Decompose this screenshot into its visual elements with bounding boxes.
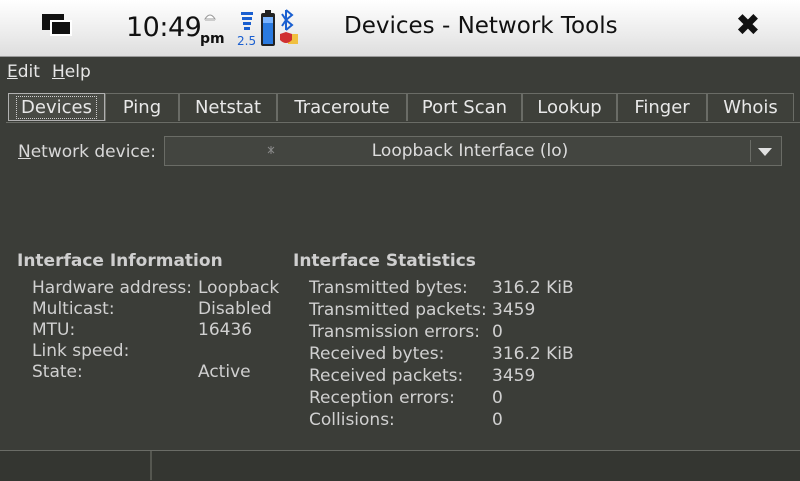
info-label-state: State: [32,362,83,382]
tab-whois[interactable]: Whois [707,93,794,121]
stats-label-rx-packets: Received packets: [309,366,464,386]
stats-value-tx-errors: 0 [492,322,503,342]
stats-value-tx-bytes: 316.2 KiB [492,278,574,298]
bluetooth-icon [281,9,294,31]
menu-help[interactable]: Help [52,62,91,82]
tab-lookup[interactable]: Lookup [522,93,617,121]
status-area[interactable]: 2.5 [236,8,300,50]
stats-label-tx-errors: Transmission errors: [309,322,480,342]
tab-devices-label: Devices [16,96,97,119]
network-device-label-text: etwork device: [30,142,156,162]
tab-traceroute-label: Traceroute [294,97,390,118]
menu-bar: Edit Help [0,57,800,87]
tab-ping-label: Ping [122,97,162,118]
menu-help-mnemonic: H [52,62,65,82]
stats-label-collisions: Collisions: [309,410,395,430]
chevron-down-icon[interactable] [758,148,772,156]
tab-bar: Devices Ping Netstat Traceroute Port Sca… [6,93,800,123]
stats-value-rx-bytes: 316.2 KiB [492,344,574,364]
network-device-select[interactable]: Loopback Interface (lo) [164,136,782,166]
stats-label-tx-packets: Transmitted packets: [309,300,487,320]
window-title: Devices - Network Tools [344,13,618,39]
menu-help-label: elp [64,62,91,82]
tab-netstat-label: Netstat [194,97,262,118]
tab-ping[interactable]: Ping [105,93,179,121]
tab-finger[interactable]: Finger [617,93,707,121]
stats-value-tx-packets: 3459 [492,300,536,320]
tab-port-scan-label: Port Scan [421,97,508,118]
stats-value-rx-errors: 0 [492,388,503,408]
signal-value: 2.5 [237,34,256,48]
tab-netstat[interactable]: Netstat [179,93,277,121]
tab-port-scan[interactable]: Port Scan [407,93,522,121]
stats-label-rx-bytes: Received bytes: [309,344,445,364]
menu-edit-label: dit [17,62,40,82]
stats-label-rx-errors: Reception errors: [309,388,455,408]
title-bar: 10:49 pm 2.5 Devices - Network Tools ✖ [0,0,800,57]
network-device-value: Loopback Interface (lo) [371,141,569,161]
close-icon[interactable]: ✖ [730,8,766,44]
stats-label-tx-bytes: Transmitted bytes: [309,278,468,298]
signal-icon: 2.5 [237,12,256,48]
network-device-label: Network device: [18,142,156,162]
info-value-hardware: Loopback [198,278,280,298]
info-label-mtu: MTU: [32,320,76,340]
info-value-state: Active [198,362,251,382]
menu-edit-mnemonic: E [7,62,18,82]
clock-ampm: pm [200,31,225,47]
info-label-hardware: Hardware address: [32,278,192,298]
info-label-multicast: Multicast: [32,299,115,319]
info-label-link-speed: Link speed: [32,341,130,361]
tab-traceroute[interactable]: Traceroute [277,93,407,121]
interface-stats-title: Interface Statistics [293,251,476,271]
info-value-mtu: 16436 [198,320,253,340]
network-device-mnemonic: N [18,142,31,162]
battery-icon [261,10,275,46]
tab-whois-label: Whois [723,97,778,118]
status-bar [0,450,800,481]
tab-lookup-label: Lookup [537,97,602,118]
alarm-icon [204,14,216,21]
stats-value-collisions: 0 [492,410,503,430]
status-bar-segment [0,451,152,480]
tab-finger-label: Finger [634,97,690,118]
info-value-multicast: Disabled [198,299,272,319]
stats-value-rx-packets: 3459 [492,366,536,386]
clock-time[interactable]: 10:49 [126,12,202,43]
tab-devices[interactable]: Devices [8,93,105,121]
menu-edit[interactable]: Edit [7,62,40,82]
presence-icon [280,32,298,44]
window-switcher-icon[interactable] [38,12,74,42]
interface-info-title: Interface Information [17,251,223,271]
